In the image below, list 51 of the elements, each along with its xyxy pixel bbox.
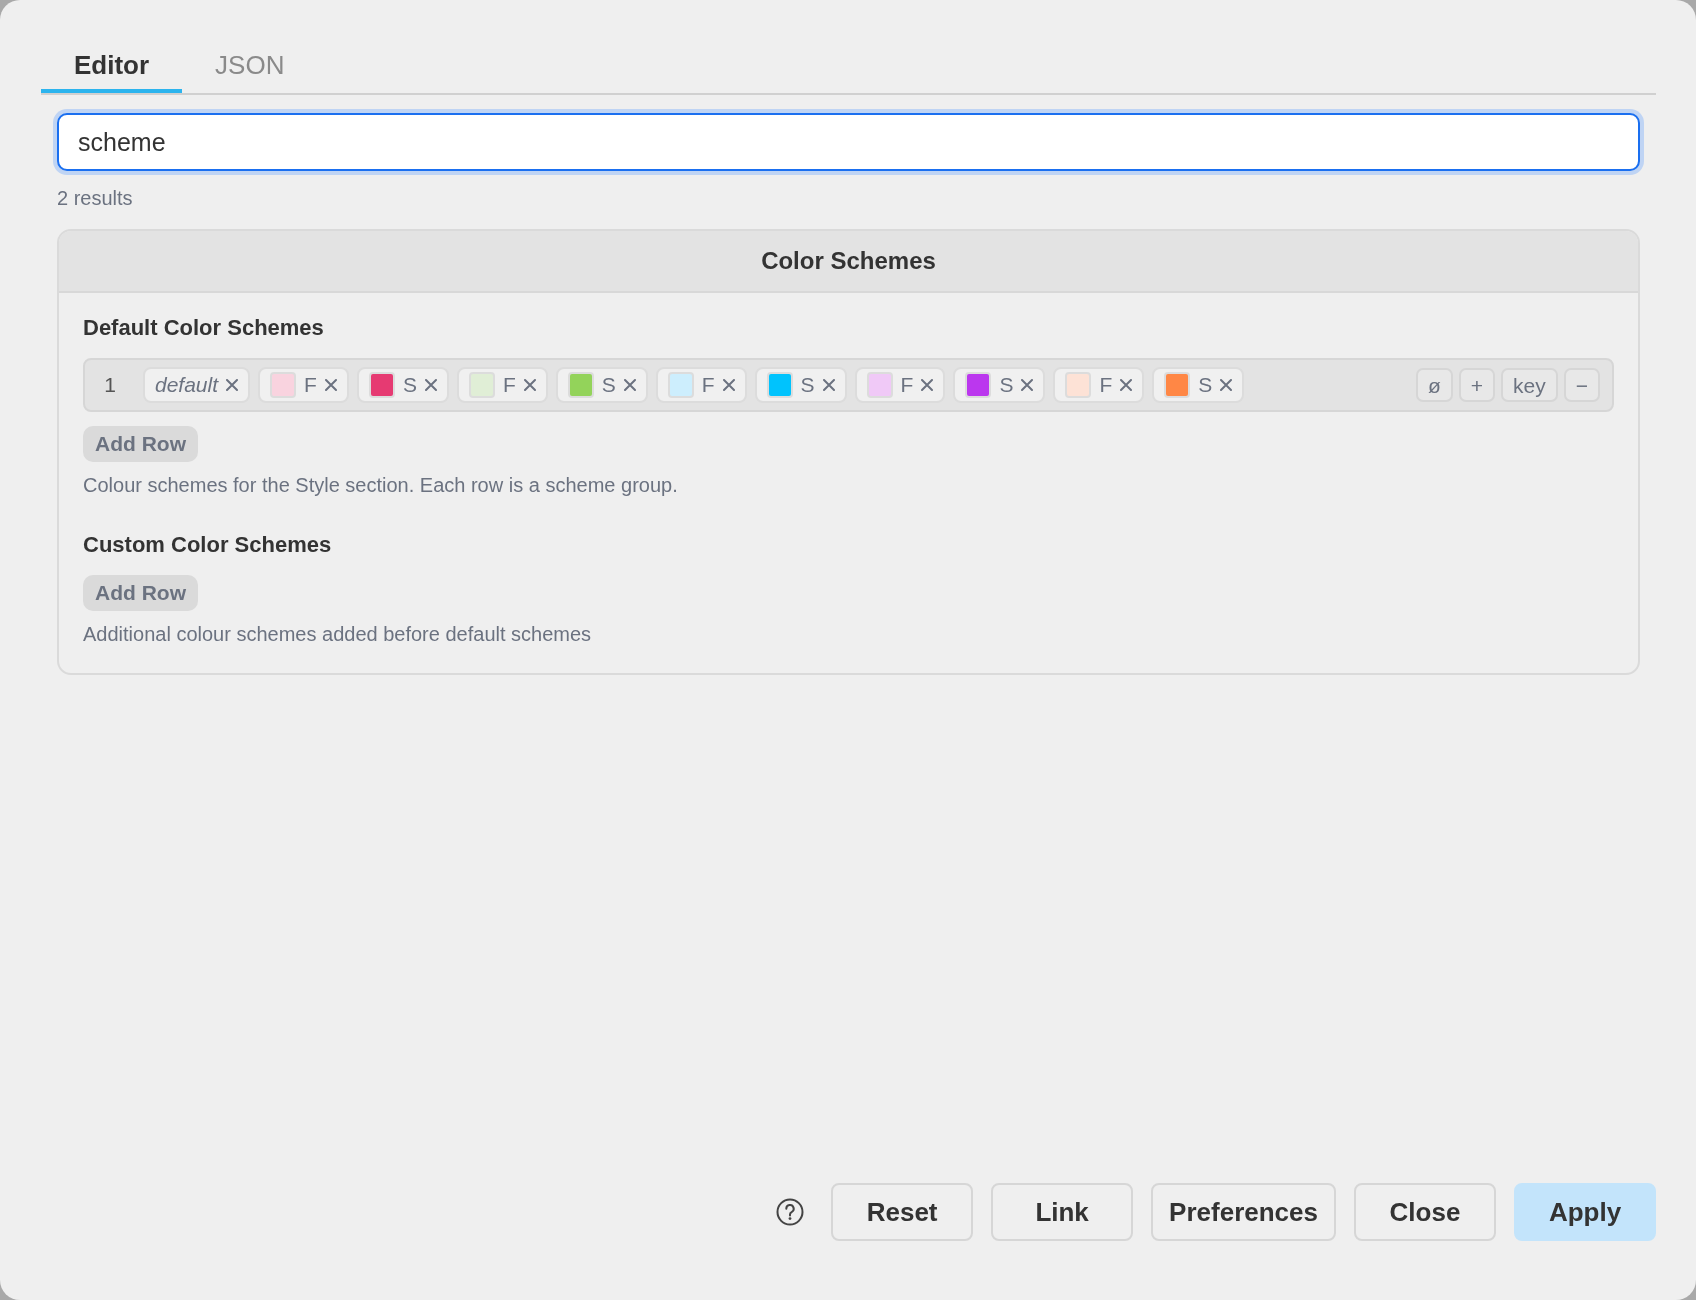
- close-icon[interactable]: [1120, 379, 1133, 392]
- dialog-button[interactable]: Link: [991, 1183, 1134, 1241]
- dialog-button[interactable]: Close: [1354, 1183, 1496, 1241]
- swatch-icon[interactable]: [866, 372, 893, 399]
- close-icon[interactable]: [1021, 379, 1034, 392]
- row-action-button[interactable]: −: [1563, 368, 1600, 403]
- swatch-icon[interactable]: [965, 372, 992, 399]
- dialog-button[interactable]: Apply: [1514, 1183, 1656, 1241]
- search-field[interactable]: scheme: [57, 113, 1640, 172]
- close-icon[interactable]: [921, 379, 934, 392]
- row-action-button[interactable]: ø: [1415, 368, 1453, 403]
- help-icon[interactable]: [776, 1198, 805, 1226]
- tag-label: F: [1099, 372, 1113, 399]
- field-label: Custom Color Schemes: [83, 531, 333, 560]
- tag-label: F: [304, 372, 317, 399]
- swatch-icon[interactable]: [1164, 372, 1191, 399]
- tag-label: S: [999, 372, 1014, 399]
- tag-label: F: [701, 372, 715, 399]
- close-icon[interactable]: [822, 379, 835, 392]
- dialog-button[interactable]: Reset: [831, 1183, 974, 1241]
- swatch-icon[interactable]: [766, 372, 793, 399]
- field-label: Default Color Schemes: [83, 314, 325, 343]
- swatch-icon[interactable]: [667, 372, 694, 399]
- tag-label: F: [502, 372, 516, 399]
- result-count: 2 results: [57, 186, 134, 212]
- close-icon[interactable]: [523, 379, 536, 392]
- tab[interactable]: Editor: [41, 44, 183, 94]
- close-icon[interactable]: [226, 379, 239, 392]
- help-text: Colour schemes for the Style section. Each row is a scheme group.: [83, 473, 679, 499]
- row-action-button[interactable]: +: [1458, 368, 1496, 403]
- close-icon[interactable]: [623, 379, 636, 392]
- swatch-icon[interactable]: [567, 372, 594, 399]
- dialog-button[interactable]: Preferences: [1151, 1183, 1336, 1241]
- close-icon[interactable]: [424, 379, 437, 392]
- tag-label: S: [601, 372, 616, 399]
- tag-label: S: [1198, 372, 1213, 399]
- section-header: Color Schemes: [59, 231, 1638, 294]
- row-number: 1: [103, 372, 117, 399]
- tag-label: S: [402, 372, 417, 399]
- close-icon[interactable]: [1220, 379, 1233, 392]
- row-action-button[interactable]: key: [1501, 368, 1558, 403]
- swatch-icon[interactable]: [368, 372, 395, 399]
- tag-label: F: [900, 372, 914, 399]
- tag-label: S: [800, 372, 815, 399]
- tag-label: default: [155, 372, 219, 399]
- swatch-icon[interactable]: [468, 372, 495, 399]
- close-icon[interactable]: [324, 379, 337, 392]
- swatch-icon[interactable]: [270, 372, 297, 399]
- close-icon[interactable]: [722, 379, 735, 392]
- swatch-icon[interactable]: [1065, 372, 1092, 399]
- help-text: Additional colour schemes added before default schemes: [83, 622, 593, 648]
